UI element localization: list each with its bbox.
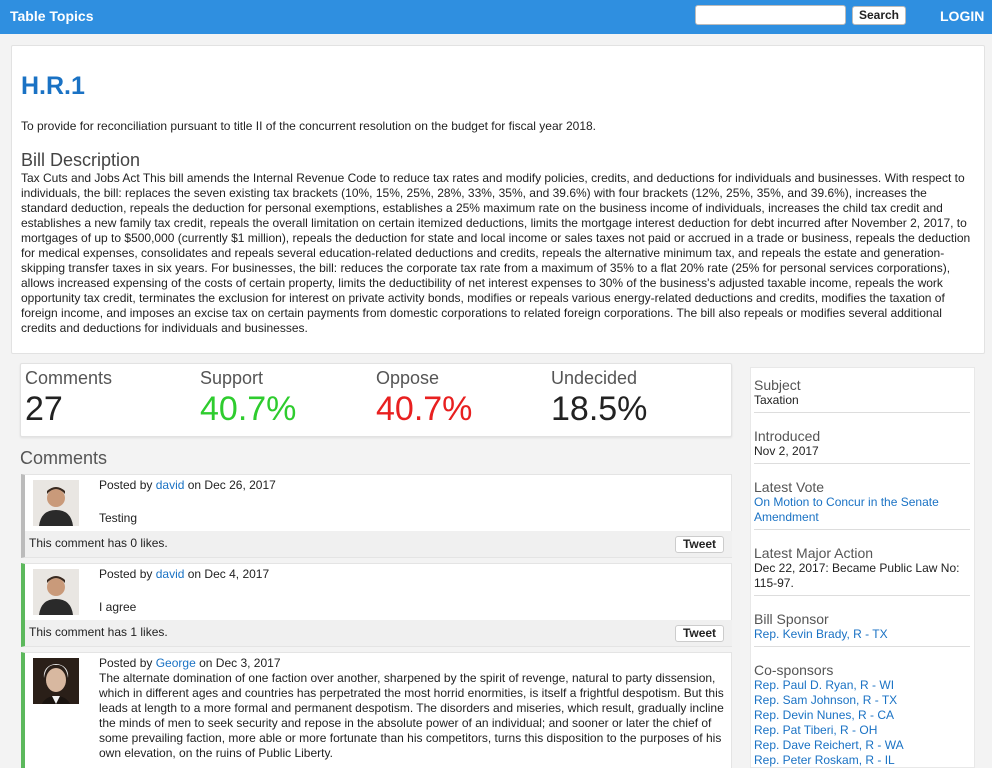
stat-comments-value: 27 — [25, 390, 63, 428]
subject-value: Taxation — [754, 393, 799, 407]
subject-section: Subject Taxation — [754, 377, 970, 413]
comment-body: The alternate domination of one faction … — [99, 671, 724, 760]
latest-action-value: Dec 22, 2017: Became Public Law No: 115-… — [754, 561, 960, 590]
latest-vote-section: Latest Vote On Motion to Concur in the S… — [754, 479, 970, 530]
subject-label: Subject — [754, 377, 801, 393]
bill-card: H.R.1 To provide for reconciliation purs… — [11, 45, 985, 354]
cosponsor-link[interactable]: Rep. Pat Tiberi, R - OH — [754, 723, 970, 738]
stat-undecided-label: Undecided — [551, 368, 638, 388]
search-input[interactable] — [695, 5, 846, 25]
latest-action-section: Latest Major Action Dec 22, 2017: Became… — [754, 545, 970, 596]
sponsor-section: Bill Sponsor Rep. Kevin Brady, R - TX — [754, 611, 970, 647]
posted-by-label: Posted by — [99, 656, 153, 670]
comment-meta: Posted by George on Dec 3, 2017 — [99, 656, 281, 670]
cosponsor-link[interactable]: Rep. Peter Roskam, R - IL — [754, 753, 970, 768]
top-navbar: Table Topics Search LOGIN — [0, 0, 992, 34]
comment-like-bar: This comment has 0 likes. Tweet — [25, 531, 732, 557]
comment-body: Testing — [99, 511, 138, 525]
bill-info-sidebar: Subject Taxation Introduced Nov 2, 2017 … — [750, 367, 975, 768]
cosponsors-section: Co-sponsors Rep. Paul D. Ryan, R - WI Re… — [754, 662, 970, 768]
comment-author-link[interactable]: George — [156, 656, 196, 670]
comment-date: on Dec 3, 2017 — [199, 656, 281, 670]
latest-vote-link[interactable]: On Motion to Concur in the Senate Amendm… — [754, 495, 970, 525]
search-button[interactable]: Search — [852, 6, 906, 25]
comment-author-link[interactable]: david — [156, 478, 185, 492]
stat-oppose: Oppose 40.7% — [376, 368, 472, 429]
posted-by-label: Posted by — [99, 478, 153, 492]
like-count: This comment has 0 likes. — [29, 536, 168, 550]
stat-oppose-label: Oppose — [376, 368, 440, 388]
like-count: This comment has 1 likes. — [29, 625, 168, 639]
cosponsor-link[interactable]: Rep. Devin Nunes, R - CA — [754, 708, 970, 723]
tweet-button[interactable]: Tweet — [675, 625, 724, 642]
introduced-section: Introduced Nov 2, 2017 — [754, 428, 970, 464]
stat-comments: Comments 27 — [25, 368, 112, 429]
comment-item: Posted by david on Dec 26, 2017 Testing … — [21, 474, 732, 558]
cosponsor-link[interactable]: Rep. Sam Johnson, R - TX — [754, 693, 970, 708]
comment-meta: Posted by david on Dec 26, 2017 — [99, 478, 276, 492]
comment-author-link[interactable]: david — [156, 567, 185, 581]
brand-link[interactable]: Table Topics — [10, 8, 94, 24]
stat-support: Support 40.7% — [200, 368, 296, 429]
sponsor-link[interactable]: Rep. Kevin Brady, R - TX — [754, 627, 970, 642]
description-heading: Bill Description — [21, 150, 141, 170]
avatar[interactable] — [33, 658, 79, 704]
cosponsors-label: Co-sponsors — [754, 662, 834, 678]
cosponsor-link[interactable]: Rep. Paul D. Ryan, R - WI — [754, 678, 970, 693]
bill-number: H.R.1 — [21, 72, 85, 100]
stat-support-value: 40.7% — [200, 390, 297, 428]
latest-action-label: Latest Major Action — [754, 545, 874, 561]
comment-date: on Dec 26, 2017 — [187, 478, 276, 492]
comment-item: Posted by david on Dec 4, 2017 I agree T… — [21, 563, 732, 647]
introduced-value: Nov 2, 2017 — [754, 444, 819, 458]
comment-meta: Posted by david on Dec 4, 2017 — [99, 567, 269, 581]
comment-item: Posted by George on Dec 3, 2017 The alte… — [21, 652, 732, 768]
stat-oppose-value: 40.7% — [376, 390, 473, 428]
login-link[interactable]: LOGIN — [940, 8, 984, 24]
stat-comments-label: Comments — [25, 368, 113, 388]
comment-body: I agree — [99, 600, 137, 614]
cosponsor-link[interactable]: Rep. Dave Reichert, R - WA — [754, 738, 970, 753]
stats-card: Comments 27 Support 40.7% Oppose 40.7% U… — [20, 363, 732, 437]
avatar[interactable] — [33, 569, 79, 615]
bill-description: Tax Cuts and Jobs Act This bill amends t… — [21, 171, 971, 335]
introduced-label: Introduced — [754, 428, 821, 444]
comment-date: on Dec 4, 2017 — [187, 567, 270, 581]
bill-official-title: To provide for reconciliation pursuant t… — [21, 119, 596, 133]
posted-by-label: Posted by — [99, 567, 153, 581]
comments-heading: Comments — [20, 448, 108, 468]
comment-like-bar: This comment has 1 likes. Tweet — [25, 620, 732, 646]
sponsor-label: Bill Sponsor — [754, 611, 829, 627]
stat-undecided-value: 18.5% — [551, 390, 648, 428]
latest-vote-label: Latest Vote — [754, 479, 825, 495]
stat-undecided: Undecided 18.5% — [551, 368, 647, 429]
tweet-button[interactable]: Tweet — [675, 536, 724, 553]
stat-support-label: Support — [200, 368, 264, 388]
avatar[interactable] — [33, 480, 79, 526]
